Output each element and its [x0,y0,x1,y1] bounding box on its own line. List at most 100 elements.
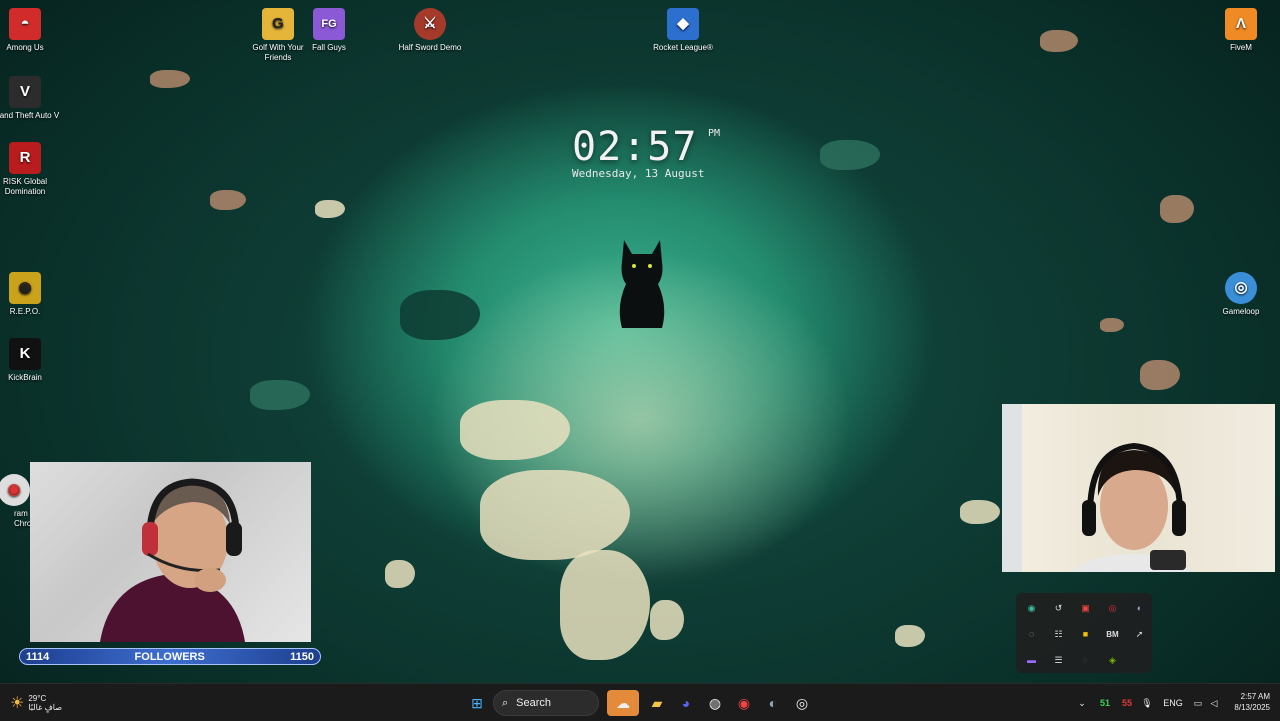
microphone-icon[interactable]: 🎙 [1140,690,1154,716]
chrome-icon: ◉ [737,694,751,711]
leaf-shape [400,290,480,340]
steam-icon[interactable]: ◐ [1126,595,1153,621]
cursor-icon[interactable]: ➚ [1126,621,1153,647]
app-button[interactable]: ◎ [789,690,815,716]
taskbar-time: 2:57 AM [1240,692,1270,701]
chrome-icon: ◉ [0,474,30,506]
circle-icon[interactable]: ◌ [1018,621,1045,647]
desktop-icon-risk[interactable]: R RISK Global Domination [0,142,61,197]
webcam-feed-right [1002,404,1275,572]
search-box[interactable]: ⌕ Search [493,690,599,716]
clock-time: 02:57 [572,124,698,170]
sun-cloud-icon: ☀ [10,695,25,712]
gta-v-icon: V [9,76,41,108]
leaf-shape [650,600,684,640]
chrome-button[interactable]: ◉ [731,690,757,716]
nvidia-icon[interactable]: ◈ [1099,647,1126,673]
weather-art-icon: ☁ [616,694,630,711]
rocket-league-icon: ◆ [667,8,699,40]
leaf-shape [560,550,650,660]
leaf-shape [895,625,925,647]
leaf-shape [480,470,630,560]
taskbar-clock[interactable]: 2:57 AM 8/13/2025 [1222,690,1270,717]
desktop-icon-fall-guys[interactable]: FG Fall Guys [293,8,365,53]
discord-button[interactable]: ◕ [673,690,699,716]
desktop-icon-label: Half Sword Demo [398,43,462,52]
fps-red: 55 [1121,698,1132,708]
weather-widget[interactable]: ☀ 29°C صافٍ غالبًا [10,690,90,716]
app-icon[interactable]: ▣ [1072,595,1099,621]
discord-icon: ◕ [681,695,691,711]
edge-icon[interactable]: ◉ [1018,595,1045,621]
desktop-icon-label: FiveM [1230,43,1252,52]
purple-icon[interactable]: ▬ [1018,647,1045,673]
language-indicator[interactable]: ENG [1160,690,1186,716]
blank-icon[interactable]: ○ [1072,647,1099,673]
leaf-shape [1140,360,1180,390]
streamer-illustration [100,478,245,642]
desktop-icon-gameloop[interactable]: ◎ Gameloop [1205,272,1277,317]
leaf-shape [250,380,310,410]
golf-icon: G [262,8,294,40]
fps-green: 51 [1099,698,1110,708]
desktop-icon-among-us[interactable]: ◓ Among Us [0,8,61,53]
taskbar-date: 8/13/2025 [1234,703,1270,712]
taskbar: ☀ 29°C صافٍ غالبًا ⊞ ⌕ Search ☁ ▰ ◕ ◍ ◉ … [0,683,1280,721]
steam-button[interactable]: ◐ [760,690,786,716]
webcam-feed-left [30,462,311,642]
leaf-shape [820,140,880,170]
fall-guys-icon: FG [313,8,345,40]
chevron-up-icon[interactable]: ⌄ [1072,690,1092,716]
server-icon[interactable]: ☰ [1045,647,1072,673]
clock-ampm: PM [708,128,721,139]
obs-icon: ◍ [708,694,722,711]
leaf-shape [960,500,1000,524]
weather-temp: 29°C [28,694,47,703]
fivem-icon: Λ [1225,8,1257,40]
folder-icon: ▰ [651,694,663,711]
gamepad-icon: ◎ [795,694,809,711]
desktop-icon-fivem[interactable]: Λ FiveM [1205,8,1277,53]
leaf-shape [150,70,190,88]
bm-icon[interactable]: BM [1099,621,1126,647]
followers-current: 1114 [26,650,50,663]
desktop-icon-label: Fall Guys [312,43,346,52]
file-explorer-button[interactable]: ▰ [644,690,670,716]
repo-icon: ◉ [9,272,41,304]
kickbrain-icon: K [9,338,41,370]
desktop-icon-kickbrain[interactable]: K KickBrain [0,338,61,383]
leaf-shape [1160,195,1194,223]
windows-icon: ⊞ [471,694,483,711]
arrow-icon[interactable]: ↺ [1045,595,1072,621]
desktop-icon-label: KickBrain [8,373,42,382]
desktop-icon-rocket-league[interactable]: ◆ Rocket League® [647,8,719,53]
display-icon[interactable]: ▭ [1190,690,1206,716]
desktop-icon-repo[interactable]: ◉ R.E.P.O. [0,272,61,317]
among-us-icon: ◓ [9,8,41,40]
desktop-icon-label: Among Us [6,43,44,52]
risk-icon: R [9,142,41,174]
start-button[interactable]: ⊞ [464,690,490,716]
followers-goal-bar: 1114 FOLLOWERS 1150 [19,648,321,665]
desktop-icon-gta-v[interactable]: V Grand Theft Auto V [0,76,61,121]
search-icon: ⌕ [502,696,509,709]
cat-illustration [619,240,665,328]
desktop-icon-label: R.E.P.O. [9,307,41,316]
clock-date: Wednesday, 13 August [572,167,705,180]
red-circle-icon[interactable]: ◎ [1099,595,1126,621]
leaf-shape [1040,30,1078,52]
desktop-icon-half-sword-demo[interactable]: ⚔ Half Sword Demo [394,8,466,53]
weather-desc: صافٍ غالبًا [28,703,62,712]
ear-icon[interactable]: ☷ [1045,621,1072,647]
half-sword-icon: ⚔ [414,8,446,40]
yellow-square-icon[interactable]: ■ [1072,621,1099,647]
steam-icon: ◐ [768,695,778,711]
desktop-icon-label: RISK Global Domination [2,177,48,196]
streamer-illustration [1002,404,1192,572]
leaf-shape [385,560,415,588]
gameloop-icon: ◎ [1225,272,1257,304]
obs-button[interactable]: ◍ [702,690,728,716]
widgets-button[interactable]: ☁ [607,690,639,716]
leaf-shape [1100,318,1124,332]
volume-icon[interactable]: ◁ [1207,690,1221,716]
